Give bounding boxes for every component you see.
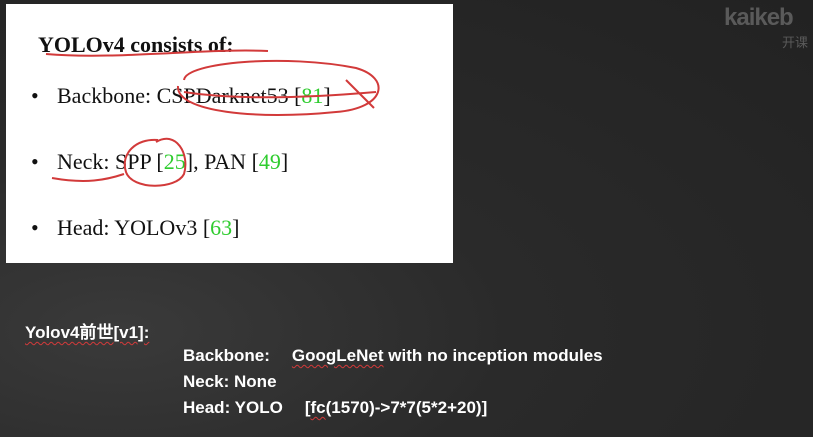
bullet-backbone: • Backbone: CSPDarknet53 [81] <box>31 83 331 108</box>
bullet-dot: • <box>31 149 39 174</box>
reference-number: 25 <box>163 149 186 174</box>
kaikeba-logo: kaikeb 开课 <box>724 4 809 50</box>
reference-number: 63 <box>210 215 233 240</box>
bullet-neck: • Neck: SPP [25], PAN [49] <box>31 149 289 174</box>
bullet-dot: • <box>31 215 39 240</box>
reference-number: 49 <box>258 149 281 174</box>
bullet-dot: • <box>31 83 39 108</box>
slide-title: YOLOv4 consists of: <box>38 32 234 57</box>
slide-panel: YOLOv4 consists of: • Backbone: CSPDarkne… <box>6 4 453 263</box>
bullet-label: Head: <box>57 215 110 240</box>
notes-neck: Neck: None <box>183 372 277 391</box>
bullet-head: • Head: YOLOv3 [63] <box>31 215 240 240</box>
bullet-label: Backbone: <box>57 83 152 108</box>
reference-number: 81 <box>301 83 324 108</box>
notes-head: Head: YOLO [fc(1570)->7*7(5*2+20)] <box>183 398 488 417</box>
bullet-name: YOLOv3 <box>114 215 198 240</box>
bullet-label: Neck: <box>57 149 110 174</box>
bullet-name: SPP <box>115 149 151 174</box>
notes-backbone: Backbone: GoogLeNet with no inception mod… <box>183 346 603 365</box>
notes-heading: Yolov4前世[v1]: <box>25 323 150 342</box>
bullet-name: CSPDarknet53 <box>156 83 289 108</box>
